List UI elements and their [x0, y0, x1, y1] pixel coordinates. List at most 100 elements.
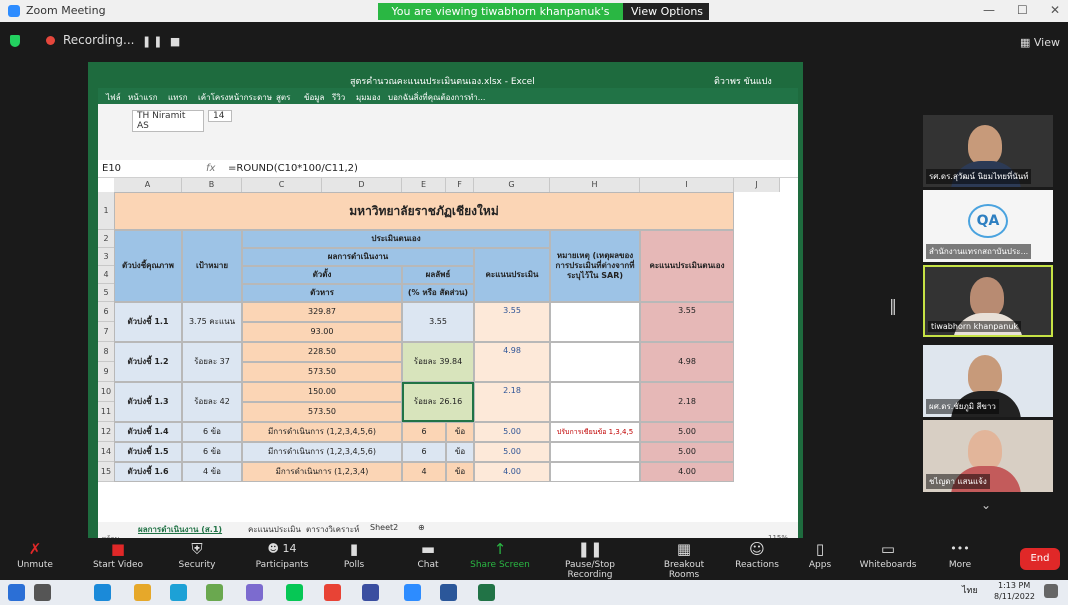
header-result-unit[interactable]: (% หรือ สัดส่วน): [402, 284, 474, 302]
row-header[interactable]: 11: [98, 402, 114, 422]
participant-tile[interactable]: ผศ.ดร.ชัยภูมิ สีขาว: [923, 345, 1053, 417]
chat-button[interactable]: ▬ Chat: [408, 538, 448, 580]
numerator-cell[interactable]: 329.87: [242, 302, 402, 322]
row-header[interactable]: 4: [98, 266, 114, 284]
result-cell-selected[interactable]: ร้อยละ 26.16: [402, 382, 474, 422]
indicator-cell[interactable]: ตัวบ่งชี้ 1.1: [114, 302, 182, 342]
add-sheet-icon[interactable]: ⊕: [418, 523, 425, 532]
denominator-cell[interactable]: 93.00: [242, 322, 402, 342]
font-size-select[interactable]: 14: [208, 110, 232, 122]
note-cell[interactable]: [550, 302, 640, 342]
note-cell[interactable]: [550, 342, 640, 382]
self-score-cell[interactable]: 3.55: [640, 302, 734, 342]
target-cell[interactable]: ร้อยละ 42: [182, 382, 242, 422]
tab-review[interactable]: รีวิว: [332, 91, 345, 104]
chrome-icon[interactable]: [324, 584, 341, 601]
store-icon[interactable]: [206, 584, 223, 601]
sheet-title[interactable]: มหาวิทยาลัยราชภัฏเชียงใหม่: [114, 192, 734, 230]
end-meeting-button[interactable]: End: [1020, 548, 1060, 570]
indicator-cell[interactable]: ตัวบ่งชี้ 1.4: [114, 422, 182, 442]
col-header-g[interactable]: G: [474, 178, 550, 192]
numerator-cell[interactable]: 228.50: [242, 342, 402, 362]
whiteboards-button[interactable]: ▭ Whiteboards: [858, 538, 918, 580]
row-header[interactable]: 2: [98, 230, 114, 248]
row-header[interactable]: 12: [98, 422, 114, 442]
score-cell[interactable]: 4.00: [474, 462, 550, 482]
excel-icon[interactable]: [478, 584, 495, 601]
indicator-cell[interactable]: ตัวบ่งชี้ 1.3: [114, 382, 182, 422]
denominator-cell[interactable]: 573.50: [242, 402, 402, 422]
tab-data[interactable]: ข้อมูล: [304, 91, 324, 104]
indicator-cell[interactable]: ตัวบ่งชี้ 1.5: [114, 442, 182, 462]
header-self-assessment[interactable]: ประเมินตนเอง: [242, 230, 550, 248]
maximize-button[interactable]: ☐: [1017, 3, 1028, 17]
start-video-button[interactable]: ■ Start Video: [88, 538, 148, 580]
row-header[interactable]: 15: [98, 462, 114, 482]
font-name-select[interactable]: TH Niramit AS: [132, 110, 204, 132]
recording-controls[interactable]: ❚❚ ■: [142, 35, 182, 48]
participants-button[interactable]: ☻ 14 Participants: [250, 538, 314, 580]
header-numerator[interactable]: ตัวตั้ง: [242, 266, 402, 284]
header-performance[interactable]: ผลการดำเนินงาน: [242, 248, 474, 266]
header-result[interactable]: ผลลัพธ์: [402, 266, 474, 284]
tab-home[interactable]: หน้าแรก: [128, 91, 158, 104]
share-screen-button[interactable]: ↑ Share Screen: [470, 538, 530, 580]
windows-start-icon[interactable]: [8, 584, 25, 601]
app-icon[interactable]: [362, 584, 379, 601]
row-header[interactable]: 14: [98, 442, 114, 462]
participant-tile[interactable]: QA สำนักงานแทรกสถาบันประ...: [923, 190, 1053, 262]
participant-tile[interactable]: ชไญดา แสนแจ้ง: [923, 420, 1053, 492]
numerator-cell[interactable]: 150.00: [242, 382, 402, 402]
tab-formulas[interactable]: สูตร: [276, 91, 290, 104]
reactions-button[interactable]: ☺ Reactions: [732, 538, 782, 580]
self-score-cell[interactable]: 5.00: [640, 442, 734, 462]
indicator-cell[interactable]: ตัวบ่งชี้ 1.2: [114, 342, 182, 382]
line-icon[interactable]: [286, 584, 303, 601]
unit-cell[interactable]: ข้อ: [446, 462, 474, 482]
view-options-button[interactable]: View Options ⌄: [623, 3, 709, 35]
panel-divider[interactable]: ‖: [889, 296, 897, 315]
row-header[interactable]: 6: [98, 302, 114, 322]
self-score-cell[interactable]: 2.18: [640, 382, 734, 422]
score-cell[interactable]: 5.00: [474, 422, 550, 442]
header-self-score[interactable]: คะแนนประเมินตนเอง: [640, 230, 734, 302]
col-header-i[interactable]: I: [640, 178, 734, 192]
col-header-e[interactable]: E: [402, 178, 446, 192]
tell-me-search[interactable]: บอกฉันสิ่งที่คุณต้องการทำ...: [388, 91, 485, 104]
col-header-f[interactable]: F: [446, 178, 474, 192]
col-header-d[interactable]: D: [322, 178, 402, 192]
indicator-cell[interactable]: ตัวบ่งชี้ 1.6: [114, 462, 182, 482]
action-cell[interactable]: มีการดำเนินการ (1,2,3,4,5,6): [242, 442, 402, 462]
clock-date[interactable]: 8/11/2022: [994, 592, 1035, 601]
file-explorer-icon[interactable]: [134, 584, 151, 601]
score-cell[interactable]: 5.00: [474, 442, 550, 462]
tab-file[interactable]: ไฟล์: [106, 91, 121, 104]
denominator-cell[interactable]: 573.50: [242, 362, 402, 382]
self-score-cell[interactable]: 4.00: [640, 462, 734, 482]
breakout-rooms-button[interactable]: ▦ Breakout Rooms: [648, 538, 720, 580]
view-button[interactable]: ▦ View: [1020, 36, 1060, 49]
unit-cell[interactable]: ข้อ: [446, 442, 474, 462]
header-denominator[interactable]: ตัวหาร: [242, 284, 402, 302]
zoom-icon[interactable]: [404, 584, 421, 601]
score-cell[interactable]: 2.18: [474, 382, 550, 422]
participant-tile[interactable]: รศ.ดร.สุวัฒน์ นิยมไทยที่นันท์: [923, 115, 1053, 187]
action-cell[interactable]: มีการดำเนินการ (1,2,3,4,5,6): [242, 422, 402, 442]
sheet-tab-sheet2[interactable]: Sheet2: [370, 523, 398, 532]
security-button[interactable]: ⛨ Security: [172, 538, 222, 580]
note-cell[interactable]: [550, 442, 640, 462]
mail-icon[interactable]: [94, 584, 111, 601]
unit-cell[interactable]: ข้อ: [446, 422, 474, 442]
tab-layout[interactable]: เค้าโครงหน้ากระดาษ: [198, 91, 272, 104]
row-header[interactable]: 10: [98, 382, 114, 402]
notification-icon[interactable]: [1044, 584, 1058, 598]
row-header[interactable]: 3: [98, 248, 114, 266]
col-header-c[interactable]: C: [242, 178, 322, 192]
count-cell[interactable]: 4: [402, 462, 446, 482]
tab-insert[interactable]: แทรก: [168, 91, 188, 104]
header-note[interactable]: หมายเหตุ (เหตุผลของการประเมินที่ต่างจากท…: [550, 230, 640, 302]
app-icon[interactable]: [246, 584, 263, 601]
result-cell[interactable]: ร้อยละ 39.84: [402, 342, 474, 382]
target-cell[interactable]: 6 ข้อ: [182, 442, 242, 462]
note-cell[interactable]: [550, 462, 640, 482]
